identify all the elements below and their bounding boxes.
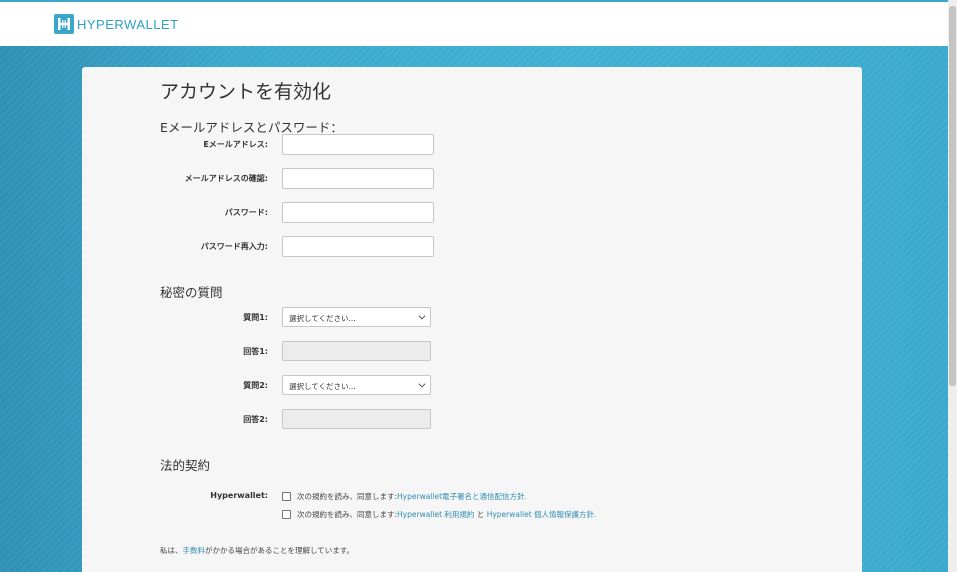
agreement2-line: 次の規約を読み、同意します: Hyperwallet 利用規約 と Hyperw… (282, 509, 596, 520)
question2-selected-value: 選択してください... (289, 382, 356, 391)
site-header: HYPERWALLET (0, 2, 948, 46)
hyperwallet-logo[interactable]: HYPERWALLET (54, 14, 179, 34)
password-confirm-label: パスワード再入力: (200, 242, 268, 251)
agreement1-checkbox[interactable] (282, 492, 291, 501)
scrollbar-thumb[interactable] (949, 6, 956, 386)
question1-row: 質問1: 選択してください... (160, 307, 760, 331)
terms-of-use-link[interactable]: Hyperwallet 利用規約 (397, 509, 474, 520)
answer2-row: 回答2: (160, 409, 760, 433)
email-confirm-label: メールアドレスの確認: (184, 174, 268, 183)
agreement1-link[interactable]: Hyperwallet電子署名と通信配信方針. (397, 491, 527, 502)
agreement1-prefix: 次の規約を読み、同意します: (297, 492, 398, 501)
page-scrollbar[interactable] (948, 0, 957, 572)
chevron-down-icon (418, 380, 426, 388)
password-confirm-field[interactable] (282, 236, 434, 257)
logo-text: HYPERWALLET (77, 16, 179, 32)
activation-form-card: アカウントを有効化 Eメールアドレスとパスワード： Eメールアドレス: メールア… (82, 67, 862, 572)
answer1-label: 回答1: (243, 347, 268, 356)
password-row: パスワード: (160, 202, 760, 226)
question1-select[interactable]: 選択してください... (282, 307, 431, 327)
question1-selected-value: 選択してください... (289, 314, 356, 323)
password-label: パスワード: (224, 208, 268, 217)
legal-section-title: 法的契約 (160, 458, 211, 473)
answer1-row: 回答1: (160, 341, 760, 365)
page-title: アカウントを有効化 (160, 81, 332, 103)
hyperwallet-legal-label: Hyperwallet: (210, 491, 268, 500)
fee-suffix: がかかる場合があることを理解しています。 (205, 546, 355, 555)
security-section-title: 秘密の質問 (160, 285, 223, 300)
agreement1-line: 次の規約を読み、同意します: Hyperwallet電子署名と通信配信方針. (282, 491, 527, 502)
answer2-label: 回答2: (243, 415, 268, 424)
question1-label: 質問1: (243, 313, 268, 322)
chevron-down-icon (418, 312, 426, 320)
email-confirm-field[interactable] (282, 168, 434, 189)
fee-prefix: 私は、 (160, 546, 183, 555)
email-row: Eメールアドレス: (160, 134, 760, 158)
agreement2-and: と (474, 510, 487, 519)
privacy-policy-link[interactable]: Hyperwallet 個人情報保護方針. (487, 509, 597, 520)
email-field[interactable] (282, 134, 434, 155)
email-label: Eメールアドレス: (203, 140, 268, 149)
email-confirm-row: メールアドレスの確認: (160, 168, 760, 192)
answer2-field[interactable] (282, 409, 431, 429)
fee-notice: 私は、手数料がかかる場合があることを理解しています。 (160, 545, 354, 556)
password-field[interactable] (282, 202, 434, 223)
password-confirm-row: パスワード再入力: (160, 236, 760, 260)
fee-link[interactable]: 手数料 (183, 546, 206, 555)
question2-row: 質問2: 選択してください... (160, 375, 760, 399)
question2-select[interactable]: 選択してください... (282, 375, 431, 395)
agreement2-prefix: 次の規約を読み、同意します: (297, 510, 398, 519)
question2-label: 質問2: (243, 381, 268, 390)
answer1-field[interactable] (282, 341, 431, 361)
hyperwallet-logo-icon (54, 14, 74, 34)
agreement2-checkbox[interactable] (282, 510, 291, 519)
